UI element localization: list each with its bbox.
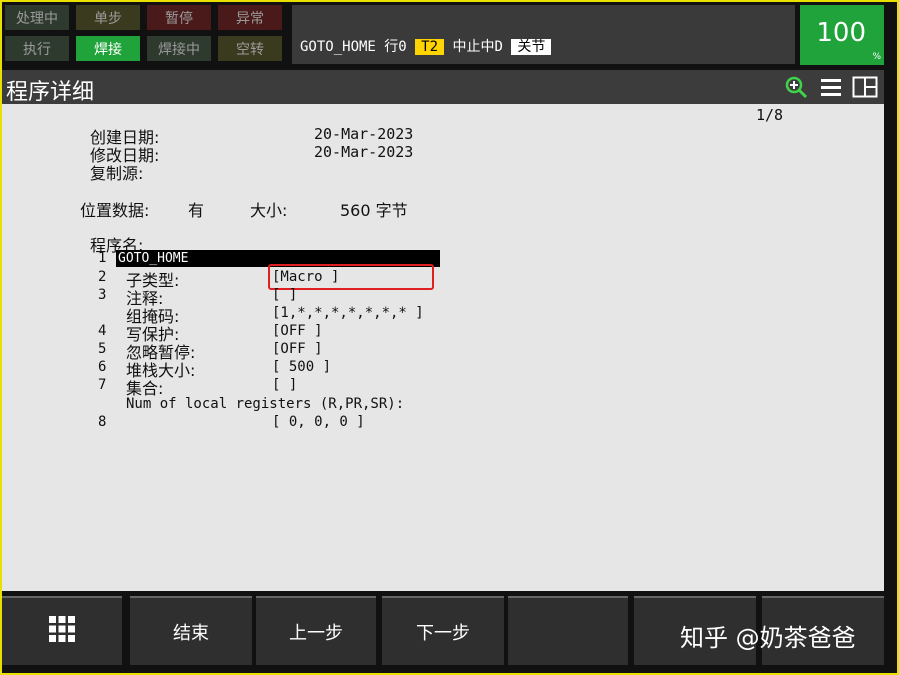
item-number: 5 — [98, 341, 107, 357]
item-number: 7 — [98, 377, 107, 393]
override-unit: % — [872, 52, 881, 62]
next-button[interactable]: 下一步 — [382, 596, 504, 665]
lamp-busy: 处理中 — [5, 5, 69, 30]
modified-date-value: 20-Mar-2023 — [314, 143, 414, 161]
previous-button[interactable]: 上一步 — [256, 596, 376, 665]
f4-button[interactable] — [508, 596, 628, 665]
copy-source-label: 复制源: — [90, 164, 144, 183]
zoom-in-icon[interactable] — [784, 75, 808, 99]
program-name: GOTO_HOME — [300, 39, 376, 55]
ignore-pause-value[interactable]: [OFF ] — [272, 341, 323, 357]
lamp-step: 单步 — [76, 5, 140, 30]
comment-value[interactable]: [ ] — [272, 287, 297, 303]
menu-button[interactable] — [2, 596, 122, 665]
lamp-fault: 异常 — [218, 5, 282, 30]
lamp-run: 执行 — [5, 36, 69, 61]
watermark: 知乎 @奶茶爸爸 — [680, 624, 856, 652]
grid-menu-icon — [48, 615, 76, 648]
mode-badge: T2 — [415, 39, 445, 55]
local-registers-value[interactable]: [ 0, 0, 0 ] — [272, 414, 365, 430]
item-number: 8 — [98, 414, 107, 430]
size-label: 大小: — [250, 201, 288, 220]
item-number: 6 — [98, 359, 107, 375]
item-number: 3 — [98, 287, 107, 303]
coord-badge: 关节 — [511, 39, 552, 55]
page-title: 程序详细 — [6, 80, 95, 105]
program-name-value: GOTO_HOME — [118, 251, 189, 266]
stack-size-value[interactable]: [ 500 ] — [272, 359, 331, 375]
collection-value[interactable]: [ ] — [272, 377, 297, 393]
line-number: 行0 — [384, 39, 407, 55]
item-number: 4 — [98, 323, 107, 339]
item-number: 1 — [98, 250, 107, 266]
position-data-label: 位置数据: — [80, 201, 150, 220]
override-value: 100 — [816, 18, 866, 48]
program-detail-panel: 1/8 创建日期: 20-Mar-2023 修改日期: 20-Mar-2023 … — [2, 104, 884, 591]
size-value: 560 字节 — [340, 201, 408, 220]
page-indicator: 1/8 — [756, 106, 784, 124]
list-menu-icon[interactable] — [820, 75, 842, 99]
group-mask-value[interactable]: [1,*,*,*,*,*,*,* ] — [272, 305, 424, 321]
item-number: 2 — [98, 269, 107, 285]
created-date-value: 20-Mar-2023 — [314, 125, 414, 143]
status-bar: GOTO_HOME 行0 T2 中止中D 关节 — [292, 5, 795, 64]
program-state: 中止中D — [452, 39, 503, 55]
function-key-bar: 结束 上一步 下一步 知乎 @奶茶爸爸 — [0, 596, 899, 666]
write-protect-value[interactable]: [OFF ] — [272, 323, 323, 339]
end-button[interactable]: 结束 — [130, 596, 252, 665]
lamp-hold: 暂停 — [147, 5, 211, 30]
split-window-icon[interactable] — [852, 75, 878, 99]
lamp-dry-run: 空转 — [218, 36, 282, 61]
local-registers-label: Num of local registers (R,PR,SR): — [126, 396, 405, 412]
screen-title-bar: 程序详细 — [2, 70, 884, 105]
position-data-value: 有 — [188, 201, 205, 220]
lamp-welding: 焊接中 — [147, 36, 211, 61]
lamp-weld: 焊接 — [76, 36, 140, 61]
speed-override[interactable]: 100 % — [800, 5, 884, 65]
